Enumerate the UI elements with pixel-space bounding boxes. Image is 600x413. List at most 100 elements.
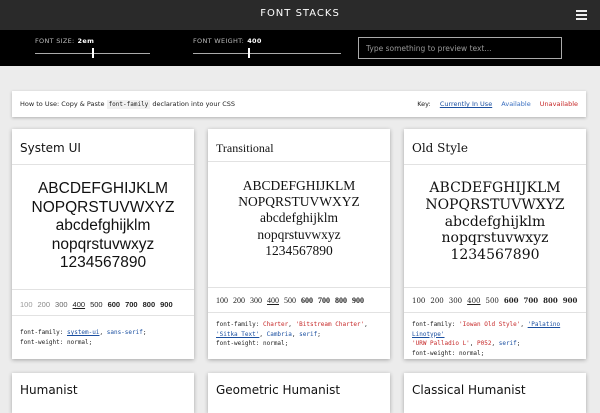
font-unavailable[interactable]: Charter <box>263 321 288 328</box>
weight-600[interactable]: 600 <box>108 300 121 309</box>
specimen-line: 1234567890 <box>450 247 540 264</box>
css-value: normal; <box>66 338 93 346</box>
weight-200[interactable]: 200 <box>233 296 245 305</box>
card-title: System UI <box>20 141 81 155</box>
card-classical-humanist: Classical Humanist <box>404 373 586 413</box>
weight-600[interactable]: 600 <box>504 296 519 305</box>
css-value: normal; <box>458 349 485 357</box>
card-title: Classical Humanist <box>412 383 526 397</box>
card-title: Transitional <box>216 141 274 155</box>
css-prop: font-family: <box>412 321 456 328</box>
specimen-line: abcdefghijklm <box>444 213 546 230</box>
weight-700[interactable]: 700 <box>125 300 138 309</box>
specimen-line: nopqrstuvwxyz <box>51 235 155 253</box>
css-value: normal; <box>262 340 289 347</box>
weight-500[interactable]: 500 <box>90 300 103 309</box>
font-available[interactable]: Cambria <box>267 331 292 338</box>
font-available[interactable]: sans-serif <box>107 329 143 336</box>
weight-800[interactable]: 800 <box>543 296 558 305</box>
font-size-slider-thumb[interactable] <box>92 48 94 58</box>
font-size-value: 2em <box>77 37 95 45</box>
card-title: Humanist <box>20 383 78 397</box>
font-specimen: ABCDEFGHIJKLM NOPQRSTUVWXYZ abcdefghijkl… <box>208 178 390 259</box>
top-bar: FONT STACKS <box>0 0 600 30</box>
css-declaration: font-family: system-ui, sans-serif; font… <box>20 329 147 346</box>
weight-300[interactable]: 300 <box>55 300 68 309</box>
font-available[interactable]: system-ui <box>67 329 100 336</box>
card-humanist: Humanist <box>12 373 194 413</box>
weight-100[interactable]: 100 <box>412 297 425 305</box>
app-title: FONT STACKS <box>260 8 340 19</box>
specimen-line: NOPQRSTUVWXYZ <box>31 198 175 216</box>
weight-700[interactable]: 700 <box>318 296 330 305</box>
specimen-line: nopqrstuvwxyz <box>257 226 341 242</box>
weight-500[interactable]: 500 <box>486 297 499 305</box>
weight-100[interactable]: 100 <box>216 296 228 305</box>
weight-300[interactable]: 300 <box>449 297 462 305</box>
font-in-use[interactable]: 'Sitka Text' <box>216 331 259 338</box>
card-divider <box>208 312 390 313</box>
specimen-line: ABCDEFGHIJKLM <box>37 180 169 197</box>
weight-200[interactable]: 200 <box>38 300 51 309</box>
font-available[interactable]: serif <box>299 331 317 338</box>
font-weight-label: FONT WEIGHT: 400 <box>193 37 262 45</box>
weight-samples: 100 200 300 400 500 600 700 800 900 <box>216 296 369 305</box>
how-to-code: font-family <box>106 100 151 109</box>
card-title: Old Style <box>412 141 468 155</box>
weight-200[interactable]: 200 <box>430 297 443 305</box>
weight-900[interactable]: 900 <box>352 296 364 305</box>
how-to-prefix: How to Use: Copy & Paste <box>20 100 105 108</box>
font-specimen: ABCDEFGHIJKLM NOPQRSTUVWXYZ abcdefghijkl… <box>404 180 586 264</box>
weight-700[interactable]: 700 <box>524 296 539 305</box>
card-divider <box>404 287 586 288</box>
css-prop: font-family: <box>20 329 64 336</box>
hamburger-menu-icon[interactable] <box>576 10 587 20</box>
font-unavailable[interactable]: P052 <box>477 340 491 347</box>
specimen-line: abcdefghijklm <box>55 217 151 235</box>
card-divider <box>208 287 390 288</box>
specimen-line: nopqrstuvwxyz <box>441 230 549 247</box>
weight-400[interactable]: 400 <box>73 300 86 309</box>
weight-300[interactable]: 300 <box>250 296 262 305</box>
card-divider <box>12 289 194 290</box>
card-old-style: Old Style ABCDEFGHIJKLM NOPQRSTUVWXYZ ab… <box>404 129 586 359</box>
weight-800[interactable]: 800 <box>143 300 156 309</box>
weight-900[interactable]: 900 <box>563 296 578 305</box>
specimen-line: NOPQRSTUVWXYZ <box>425 196 565 213</box>
how-to-suffix: declaration into your CSS <box>152 100 236 108</box>
weight-samples: 100 200 300 400 500 600 700 800 900 <box>20 300 178 309</box>
specimen-line: 1234567890 <box>59 254 147 272</box>
font-available[interactable]: serif <box>499 340 517 347</box>
key-label: Key: <box>417 100 431 108</box>
key-unavailable[interactable]: Unavailable <box>540 100 578 108</box>
font-size-label: FONT SIZE: 2em <box>35 37 95 45</box>
preview-text-input[interactable] <box>358 37 562 59</box>
font-weight-slider-track[interactable] <box>193 53 341 54</box>
font-unavailable[interactable]: 'Iowan Old Style' <box>459 321 520 328</box>
weight-400[interactable]: 400 <box>267 296 279 305</box>
specimen-line: NOPQRSTUVWXYZ <box>238 194 360 210</box>
weight-100[interactable]: 100 <box>20 300 33 309</box>
key-available[interactable]: Available <box>501 100 530 108</box>
card-divider <box>12 315 194 316</box>
card-divider <box>208 161 390 162</box>
weight-samples: 100 200 300 400 500 600 700 800 900 <box>412 296 582 305</box>
css-prop: font-weight: <box>216 340 260 347</box>
specimen-line: 1234567890 <box>265 242 333 258</box>
weight-900[interactable]: 900 <box>160 300 173 309</box>
how-to-use-text: How to Use: Copy & Paste font-family dec… <box>20 100 236 109</box>
weight-800[interactable]: 800 <box>335 296 347 305</box>
css-prop: font-weight: <box>412 349 456 357</box>
specimen-line: abcdefghijklm <box>260 210 338 226</box>
font-specimen: ABCDEFGHIJKLM NOPQRSTUVWXYZ abcdefghijkl… <box>12 180 194 273</box>
css-prop: font-weight: <box>20 338 64 346</box>
weight-400[interactable]: 400 <box>467 297 480 305</box>
font-unavailable[interactable]: 'Bitstream Charter' <box>296 321 365 328</box>
card-divider <box>404 312 586 313</box>
weight-500[interactable]: 500 <box>284 296 296 305</box>
font-weight-slider-thumb[interactable] <box>248 48 250 58</box>
font-unavailable[interactable]: 'URW Palladio L' <box>412 340 470 347</box>
key-currently-in-use[interactable]: Currently In Use <box>440 100 492 108</box>
css-prop: font-family: <box>216 321 260 328</box>
weight-600[interactable]: 600 <box>301 296 313 305</box>
